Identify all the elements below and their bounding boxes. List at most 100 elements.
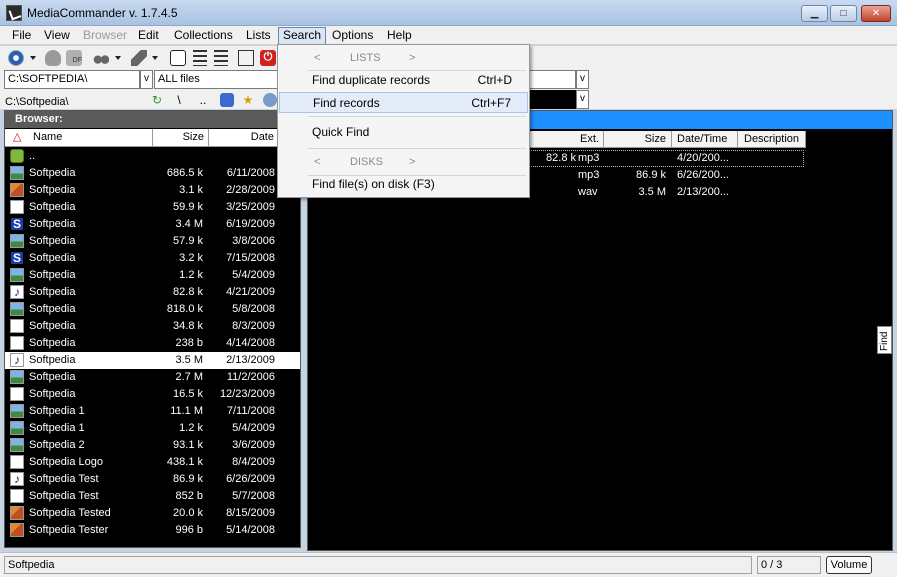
find-side-tab[interactable]: Find [877,326,892,354]
column-record-size[interactable]: Size [604,131,672,148]
file-row[interactable]: Softpedia 686.5 k 6/11/2008 [5,165,300,182]
menu-browser[interactable]: Browser [79,28,131,44]
binoculars-icon[interactable] [93,50,109,66]
file-name: Softpedia [29,354,76,366]
chevron-down-icon[interactable] [152,56,158,60]
file-row[interactable]: Softpedia 59.9 k 3/25/2009 [5,199,300,216]
menu-file[interactable]: File [8,28,35,44]
file-row[interactable]: Softpedia 34.8 k 8/3/2009 [5,318,300,335]
find-records-item[interactable]: Find records Ctrl+F7 [279,92,528,113]
parent-folder-icon[interactable]: .. [196,93,210,107]
menu-view[interactable]: View [40,28,74,44]
maximize-button[interactable]: □ [830,5,857,22]
file-row[interactable]: Softpedia 1.2 k 5/4/2009 [5,267,300,284]
file-size: 20.0 k [173,507,203,519]
column-date[interactable]: Date [209,129,279,147]
chevron-down-icon[interactable] [30,56,36,60]
file-name: Softpedia [29,252,76,264]
tree-icon[interactable] [193,50,207,66]
browser-header: Browser: [5,111,300,128]
file-size: 852 b [175,490,203,502]
file-row[interactable]: Softpedia 57.9 k 3/8/2006 [5,233,300,250]
eraser-icon[interactable] [131,50,147,66]
records-search-dropdown[interactable]: v [576,90,589,109]
file-name: Softpedia [29,235,76,247]
document-file-icon [10,319,24,333]
close-button[interactable]: ✕ [861,5,891,22]
file-size: 86.9 k [173,473,203,485]
menu-edit[interactable]: Edit [134,28,163,44]
menu-lists[interactable]: Lists [242,28,275,44]
book-icon[interactable] [238,50,254,66]
file-row[interactable]: Softpedia 3.1 k 2/28/2009 [5,182,300,199]
menu-search[interactable]: Search [278,27,327,45]
refresh-icon[interactable]: ↻ [150,93,164,107]
root-icon[interactable]: \ [172,93,186,107]
menu-bar: File View Browser Edit Collections Lists… [0,26,897,45]
document-file-icon [10,200,24,214]
file-name: Softpedia [29,337,76,349]
file-row[interactable]: S Softpedia 3.4 M 6/19/2009 [5,216,300,233]
document-file-icon [10,387,24,401]
find-files-on-disk-item[interactable]: Find file(s) on disk (F3) [279,174,528,195]
gear-icon[interactable] [8,50,24,66]
column-datetime[interactable]: Date/Time [672,131,738,148]
file-row[interactable]: Softpedia 2 93.1 k 3/6/2009 [5,437,300,454]
file-row[interactable]: Softpedia Tester 996 b 5/14/2008 [5,522,300,539]
file-row[interactable]: Softpedia 238 b 4/14/2008 [5,335,300,352]
quick-find-item[interactable]: Quick Find [279,122,528,143]
file-name: Softpedia 1 [29,405,85,417]
column-ext[interactable]: Ext. [530,131,604,148]
file-row[interactable]: Softpedia 1 1.2 k 5/4/2009 [5,420,300,437]
column-description[interactable]: Description [738,131,806,148]
file-row[interactable]: Softpedia Test 852 b 5/7/2008 [5,488,300,505]
file-size: 93.1 k [173,439,203,451]
df-icon[interactable]: DF [66,50,82,66]
column-size[interactable]: Size [153,129,209,147]
image-file-icon [10,268,24,282]
file-row[interactable]: Softpedia 1 11.1 M 7/11/2008 [5,403,300,420]
power-icon[interactable]: ⏻ [260,50,276,66]
minimize-button[interactable]: ▁ [801,5,828,22]
file-name: Softpedia [29,269,76,281]
list-tree-icon[interactable] [214,50,228,66]
file-row[interactable]: Softpedia Tested 20.0 k 8/15/2009 [5,505,300,522]
file-name: Softpedia [29,201,76,213]
records-search-field[interactable] [528,90,576,109]
file-row[interactable]: ♪ Softpedia 82.8 k 4/21/2009 [5,284,300,301]
file-size: 3.4 M [175,218,203,230]
file-row[interactable]: Softpedia 16.5 k 12/23/2009 [5,386,300,403]
file-row[interactable]: ♪ Softpedia 3.5 M 2/13/2009 [5,352,300,369]
database-icon[interactable] [170,50,186,66]
cloud-icon[interactable] [45,50,61,66]
file-filter-combo[interactable]: ALL files [154,70,280,89]
volume-button[interactable]: Volume [826,556,872,574]
file-name: Softpedia [29,184,76,196]
parent-directory-row[interactable]: .. [5,148,300,165]
menu-collections[interactable]: Collections [170,28,237,44]
file-row[interactable]: Softpedia 818.0 k 5/8/2008 [5,301,300,318]
file-date: 3/6/2009 [232,439,275,451]
file-date: 3/25/2009 [226,201,275,213]
records-filter-combo[interactable] [528,70,576,89]
star-icon[interactable]: ★ [241,93,255,107]
menu-help[interactable]: Help [383,28,416,44]
globe-icon[interactable] [220,93,234,107]
chevron-down-icon[interactable] [115,56,121,60]
lists-section-header: < LISTS > [314,52,416,64]
file-row[interactable]: S Softpedia 3.2 k 7/15/2008 [5,250,300,267]
column-name[interactable]: △ Name [5,129,153,147]
music-note-icon: ♪ [10,472,24,486]
s-app-icon: S [10,251,24,265]
file-row[interactable]: Softpedia 2.7 M 11/2/2006 [5,369,300,386]
file-name: Softpedia [29,388,76,400]
path-combo[interactable]: C:\SOFTPEDIA\ [4,70,140,89]
network-icon[interactable] [263,93,277,107]
app-icon[interactable] [6,5,22,21]
file-row[interactable]: Softpedia Logo 438.1 k 8/4/2009 [5,454,300,471]
find-duplicate-records-item[interactable]: Find duplicate records Ctrl+D [279,70,528,91]
records-dropdown-button[interactable]: v [576,70,589,89]
menu-options[interactable]: Options [328,28,377,44]
path-dropdown-button[interactable]: v [140,70,153,89]
file-row[interactable]: ♪ Softpedia Test 86.9 k 6/26/2009 [5,471,300,488]
